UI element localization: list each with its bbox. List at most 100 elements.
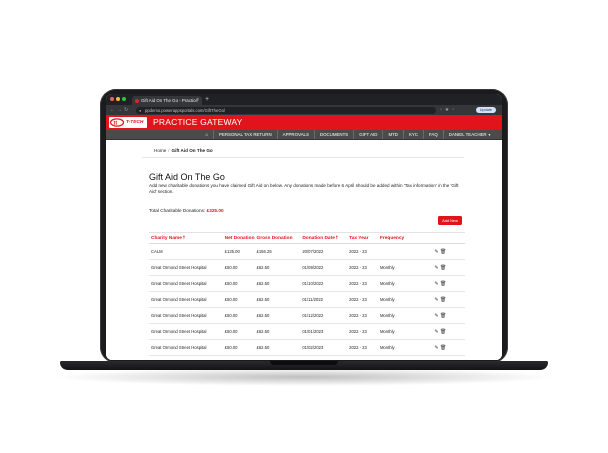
page-title: Gift Aid On The Go bbox=[149, 172, 225, 182]
menu-item-personal-tax-return[interactable]: PERSONAL TAX RETURN bbox=[213, 130, 277, 139]
laptop-screen: Gift Aid On The Go - Practice × + ←→↻ ● … bbox=[106, 94, 502, 360]
edit-icon[interactable]: ✎ bbox=[434, 329, 438, 335]
delete-icon[interactable]: 🗑 bbox=[440, 265, 446, 271]
url-text: ppdemo.powerappsportals.com/GiftTheGo/ bbox=[145, 107, 226, 113]
column-header-tax-year[interactable]: Tax Year bbox=[347, 232, 378, 244]
cell-tax-year: 2022 - 23 bbox=[347, 307, 378, 324]
menu-item-faq[interactable]: FAQ bbox=[422, 130, 443, 139]
cell-tax-year: 2022 - 23 bbox=[347, 323, 378, 340]
table-row[interactable]: Great Ormond Street Hospital £50.00 £62.50… bbox=[149, 291, 465, 308]
table-row[interactable]: Great Ormond Street Hospital £50.00 £62.50… bbox=[149, 307, 465, 324]
cell-gross-donation: £62.50 bbox=[254, 307, 301, 324]
cell-donation-date: 01/11/2022 bbox=[300, 291, 348, 308]
menu-item-mtd[interactable]: MTD bbox=[382, 130, 403, 139]
column-header-frequency[interactable]: Frequency bbox=[377, 232, 433, 244]
cell-gross-donation: £62.50 bbox=[254, 339, 301, 356]
table-row[interactable]: Great Ormond Street Hospital £50.00 £62.50… bbox=[149, 339, 465, 356]
cell-donation-date: 01/09/2022 bbox=[300, 259, 348, 276]
table-row[interactable]: Great Ormond Street Hospital £50.00 £62.50… bbox=[149, 323, 465, 340]
edit-icon[interactable]: ✎ bbox=[434, 281, 438, 287]
sort-arrow-icon: 🠕 bbox=[335, 235, 338, 240]
minimize-window-button[interactable] bbox=[116, 97, 120, 101]
total-donations: Total Charitable Donations: £325.00 bbox=[149, 208, 224, 213]
column-header-actions bbox=[432, 232, 465, 244]
page-content: Home / Gift Aid On The Go Gift Aid On The … bbox=[106, 140, 502, 360]
row-actions: ✎ 🗑 bbox=[432, 291, 465, 308]
breadcrumb-separator: / bbox=[168, 148, 170, 153]
user-menu[interactable]: DANIEL TEACHER ▼ bbox=[442, 130, 496, 139]
edit-icon[interactable]: ✎ bbox=[434, 345, 438, 351]
add-new-button[interactable]: Add New bbox=[438, 216, 462, 225]
table-row[interactable]: Great Ormond Street Hospital £50.00 £62.50… bbox=[149, 275, 465, 292]
cell-frequency bbox=[377, 243, 433, 260]
extension-icons[interactable]: ▫★▫ bbox=[440, 105, 457, 115]
cell-frequency: Monthly bbox=[377, 323, 433, 340]
cell-frequency: Monthly bbox=[377, 339, 433, 356]
browser-nav-icons[interactable]: ←→↻ bbox=[110, 105, 130, 115]
table-body: CALM £125.00 £156.25 20/07/2022 2022 - 23 ✎ 🗑 G… bbox=[149, 243, 465, 356]
cell-net-donation: £50.00 bbox=[222, 339, 255, 356]
company-logo[interactable]: tt T-TECH bbox=[109, 117, 147, 128]
table-row[interactable]: Great Ormond Street Hospital £50.00 £62.50… bbox=[149, 259, 465, 276]
app-title: PRACTICE GATEWAY bbox=[153, 117, 243, 127]
cell-gross-donation: £156.25 bbox=[254, 243, 301, 260]
row-actions: ✎ 🗑 bbox=[432, 275, 465, 292]
main-menu: ⌂ PERSONAL TAX RETURN APPROVALS DOCUMENT… bbox=[106, 130, 502, 140]
edit-icon[interactable]: ✎ bbox=[434, 313, 438, 319]
delete-icon[interactable]: 🗑 bbox=[440, 297, 446, 303]
breadcrumb-current: Gift Aid On The Go bbox=[171, 148, 213, 153]
cell-frequency: Monthly bbox=[377, 259, 433, 276]
cell-gross-donation: £62.50 bbox=[254, 291, 301, 308]
address-bar[interactable]: ● ppdemo.powerappsportals.com/GiftTheGo/ bbox=[136, 106, 436, 114]
edit-icon[interactable]: ✎ bbox=[434, 297, 438, 303]
sort-arrow-icon: 🠕 bbox=[182, 235, 185, 240]
cell-net-donation: £50.00 bbox=[222, 323, 255, 340]
cell-charity-name: Great Ormond Street Hospital bbox=[149, 275, 223, 292]
cell-net-donation: £50.00 bbox=[222, 259, 255, 276]
edit-icon[interactable]: ✎ bbox=[434, 249, 438, 255]
column-header-gross-donation[interactable]: Gross Donation bbox=[254, 232, 301, 244]
cell-net-donation: £50.00 bbox=[222, 307, 255, 324]
cell-tax-year: 2022 - 23 bbox=[347, 275, 378, 292]
cell-charity-name: Great Ormond Street Hospital bbox=[149, 259, 223, 276]
update-button[interactable]: Update bbox=[475, 107, 496, 113]
delete-icon[interactable]: 🗑 bbox=[440, 281, 446, 287]
logo-text: T-TECH bbox=[126, 120, 144, 125]
edit-icon[interactable]: ✎ bbox=[434, 265, 438, 271]
cell-frequency: Monthly bbox=[377, 307, 433, 324]
row-actions: ✎ 🗑 bbox=[432, 259, 465, 276]
browser-tab[interactable]: Gift Aid On The Go - Practice × bbox=[132, 96, 202, 105]
maximize-window-button[interactable] bbox=[122, 97, 126, 101]
lock-icon: ● bbox=[139, 107, 142, 113]
row-actions: ✎ 🗑 bbox=[432, 339, 465, 356]
cell-tax-year: 2022 - 23 bbox=[347, 259, 378, 276]
column-header-net-donation[interactable]: Net Donation bbox=[222, 232, 255, 244]
menu-item-documents[interactable]: DOCUMENTS bbox=[313, 130, 353, 139]
close-window-button[interactable] bbox=[110, 97, 114, 101]
column-header-charity-name[interactable]: Charity Name🠕 bbox=[149, 232, 223, 244]
browser-tab-bar: Gift Aid On The Go - Practice × + bbox=[106, 94, 502, 105]
menu-item-gift-aid[interactable]: GIFT AID bbox=[353, 130, 382, 139]
logo-swoosh-icon: tt bbox=[109, 118, 125, 127]
cell-donation-date: 01/01/2023 bbox=[300, 323, 348, 340]
window-controls bbox=[110, 97, 126, 101]
menu-item-approvals[interactable]: APPROVALS bbox=[276, 130, 314, 139]
favicon-icon bbox=[135, 98, 139, 103]
delete-icon[interactable]: 🗑 bbox=[440, 345, 446, 351]
cell-net-donation: £50.00 bbox=[222, 275, 255, 292]
delete-icon[interactable]: 🗑 bbox=[440, 313, 446, 319]
new-tab-icon[interactable]: + bbox=[205, 95, 209, 104]
cell-net-donation: £50.00 bbox=[222, 291, 255, 308]
column-header-donation-date[interactable]: Donation Date🠕 bbox=[300, 232, 348, 244]
page-description: Add new charitable donations you have cl… bbox=[149, 183, 459, 194]
menu-item-kyc[interactable]: KYC bbox=[402, 130, 423, 139]
table-row[interactable]: CALM £125.00 £156.25 20/07/2022 2022 - 23 ✎ 🗑 bbox=[149, 243, 465, 260]
close-tab-icon[interactable]: × bbox=[196, 96, 199, 105]
delete-icon[interactable]: 🗑 bbox=[440, 249, 446, 255]
delete-icon[interactable]: 🗑 bbox=[440, 329, 446, 335]
home-icon[interactable]: ⌂ bbox=[200, 130, 213, 139]
breadcrumb-home[interactable]: Home bbox=[154, 148, 166, 153]
brand-header: tt T-TECH PRACTICE GATEWAY bbox=[106, 115, 502, 130]
cell-charity-name: CALM bbox=[149, 243, 223, 260]
cell-frequency: Monthly bbox=[377, 275, 433, 292]
